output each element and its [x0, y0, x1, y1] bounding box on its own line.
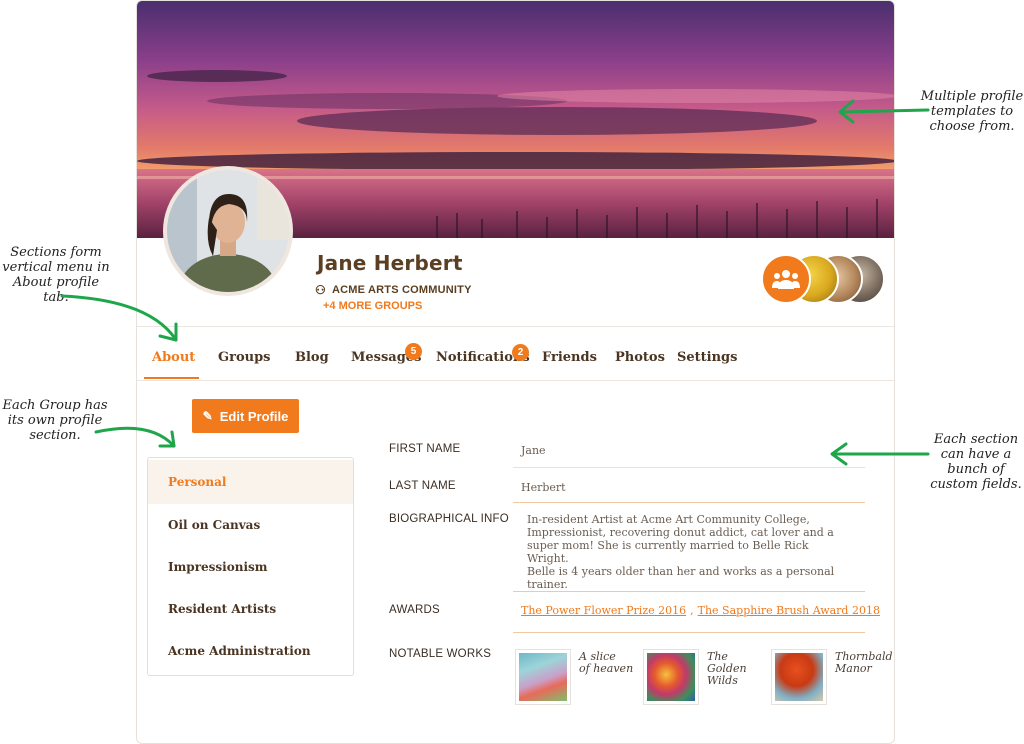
- tab-photos[interactable]: Photos: [615, 350, 665, 365]
- divider: [137, 326, 894, 327]
- artwork-thumbnail[interactable]: [771, 649, 827, 705]
- bio-line: Impressionist, recovering donut addict, …: [527, 526, 834, 539]
- notable-work-item[interactable]: A slice of heaven: [515, 649, 641, 705]
- annotation-line: vertical menu in: [2, 260, 110, 275]
- annotation-line: Multiple profile: [920, 89, 1024, 104]
- field-divider: [513, 591, 865, 592]
- section-item-acme-administration[interactable]: Acme Administration: [148, 629, 353, 673]
- artwork-thumbnail[interactable]: [643, 649, 699, 705]
- section-menu: Personal Oil on Canvas Impressionism Res…: [147, 457, 354, 676]
- community-link[interactable]: ⚇ ACME ARTS COMMUNITY: [315, 283, 472, 297]
- section-item-personal[interactable]: Personal: [148, 460, 353, 504]
- field-divider: [513, 632, 865, 633]
- section-item-resident-artists[interactable]: Resident Artists: [148, 587, 353, 631]
- more-groups-link[interactable]: +4 MORE GROUPS: [323, 300, 422, 312]
- avatar-photo: [167, 170, 289, 292]
- annotation-line: its own profile: [7, 413, 103, 428]
- notable-work-item[interactable]: Thornbald Manor: [771, 649, 894, 705]
- messages-badge: 5: [405, 343, 422, 360]
- edit-profile-button[interactable]: ✎ Edit Profile: [192, 399, 299, 433]
- field-label-bio: BIOGRAPHICAL INFO: [389, 513, 509, 525]
- award-link[interactable]: The Sapphire Brush Award 2018: [698, 604, 880, 617]
- award-link[interactable]: The Power Flower Prize 2016: [521, 604, 686, 617]
- bio-line: super mom! She is currently married to B…: [527, 539, 809, 565]
- divider: [137, 380, 894, 381]
- annotation-line: templates to: [930, 104, 1014, 119]
- artwork-title: A slice of heaven: [579, 649, 641, 705]
- annotation-line: Each section: [933, 432, 1019, 447]
- award-separator: ,: [690, 604, 694, 617]
- bio-line: trainer.: [527, 578, 568, 591]
- group-avatars: [761, 254, 886, 306]
- notable-work-item[interactable]: The Golden Wilds: [643, 649, 769, 705]
- annotation-group-section: Each Group has its own profile section.: [0, 398, 110, 443]
- profile-name: Jane Herbert: [317, 251, 463, 275]
- field-value-first-name: Jane: [521, 444, 546, 457]
- artwork-thumbnail[interactable]: [515, 649, 571, 705]
- pencil-icon: ✎: [202, 409, 213, 423]
- field-value-last-name: Herbert: [521, 481, 566, 494]
- field-label-first-name: FIRST NAME: [389, 443, 461, 455]
- artwork-title-line: Manor: [835, 662, 872, 675]
- annotation-line: can have a: [940, 447, 1012, 462]
- artwork-title-line: The Golden: [707, 650, 747, 675]
- annotation-line: choose from.: [929, 119, 1015, 134]
- annotation-custom-fields: Each section can have a bunch of custom …: [928, 432, 1024, 492]
- annotation-line: bunch of: [947, 462, 1005, 477]
- profile-avatar[interactable]: [163, 166, 293, 296]
- annotation-line: custom fields.: [930, 477, 1022, 492]
- tab-friends[interactable]: Friends: [542, 350, 597, 365]
- profile-card: Jane Herbert ⚇ ACME ARTS COMMUNITY +4 MO…: [136, 0, 895, 744]
- field-divider: [513, 467, 865, 468]
- field-divider: [513, 502, 865, 503]
- artwork-title-line: Wilds: [707, 674, 738, 687]
- tab-blog[interactable]: Blog: [295, 350, 329, 365]
- group-icon: ⚇: [315, 283, 326, 297]
- notifications-badge: 2: [512, 344, 529, 361]
- annotation-sections-menu: Sections form vertical menu in About pro…: [0, 245, 112, 305]
- annotation-line: Sections form: [10, 245, 102, 260]
- group-icon-avatar[interactable]: [761, 254, 811, 304]
- field-label-last-name: LAST NAME: [389, 480, 456, 492]
- annotation-line: About profile tab.: [12, 275, 100, 305]
- tab-groups[interactable]: Groups: [218, 350, 270, 365]
- section-item-oil-on-canvas[interactable]: Oil on Canvas: [148, 503, 353, 547]
- community-name: ACME ARTS COMMUNITY: [331, 284, 472, 296]
- section-item-impressionism[interactable]: Impressionism: [148, 545, 353, 589]
- bio-line: Belle is 4 years older than her and work…: [527, 565, 835, 578]
- field-value-awards: The Power Flower Prize 2016, The Sapphir…: [521, 604, 880, 617]
- artwork-title: Thornbald Manor: [835, 649, 894, 705]
- active-tab-indicator: [144, 377, 199, 379]
- bio-line: In-resident Artist at Acme Art Community…: [527, 513, 810, 526]
- annotation-line: Each Group has: [2, 398, 108, 413]
- annotation-templates: Multiple profile templates to choose fro…: [920, 89, 1024, 134]
- field-label-notable-works: NOTABLE WORKS: [389, 648, 492, 660]
- artwork-title-line: of heaven: [579, 662, 634, 675]
- edit-profile-label: Edit Profile: [219, 408, 289, 424]
- tab-settings[interactable]: Settings: [677, 350, 737, 365]
- users-icon: [772, 270, 800, 289]
- field-label-awards: AWARDS: [389, 604, 440, 616]
- field-value-bio: In-resident Artist at Acme Art Community…: [527, 513, 837, 591]
- tab-about[interactable]: About: [152, 350, 195, 365]
- annotation-line: section.: [29, 428, 81, 443]
- artwork-title: The Golden Wilds: [707, 649, 769, 705]
